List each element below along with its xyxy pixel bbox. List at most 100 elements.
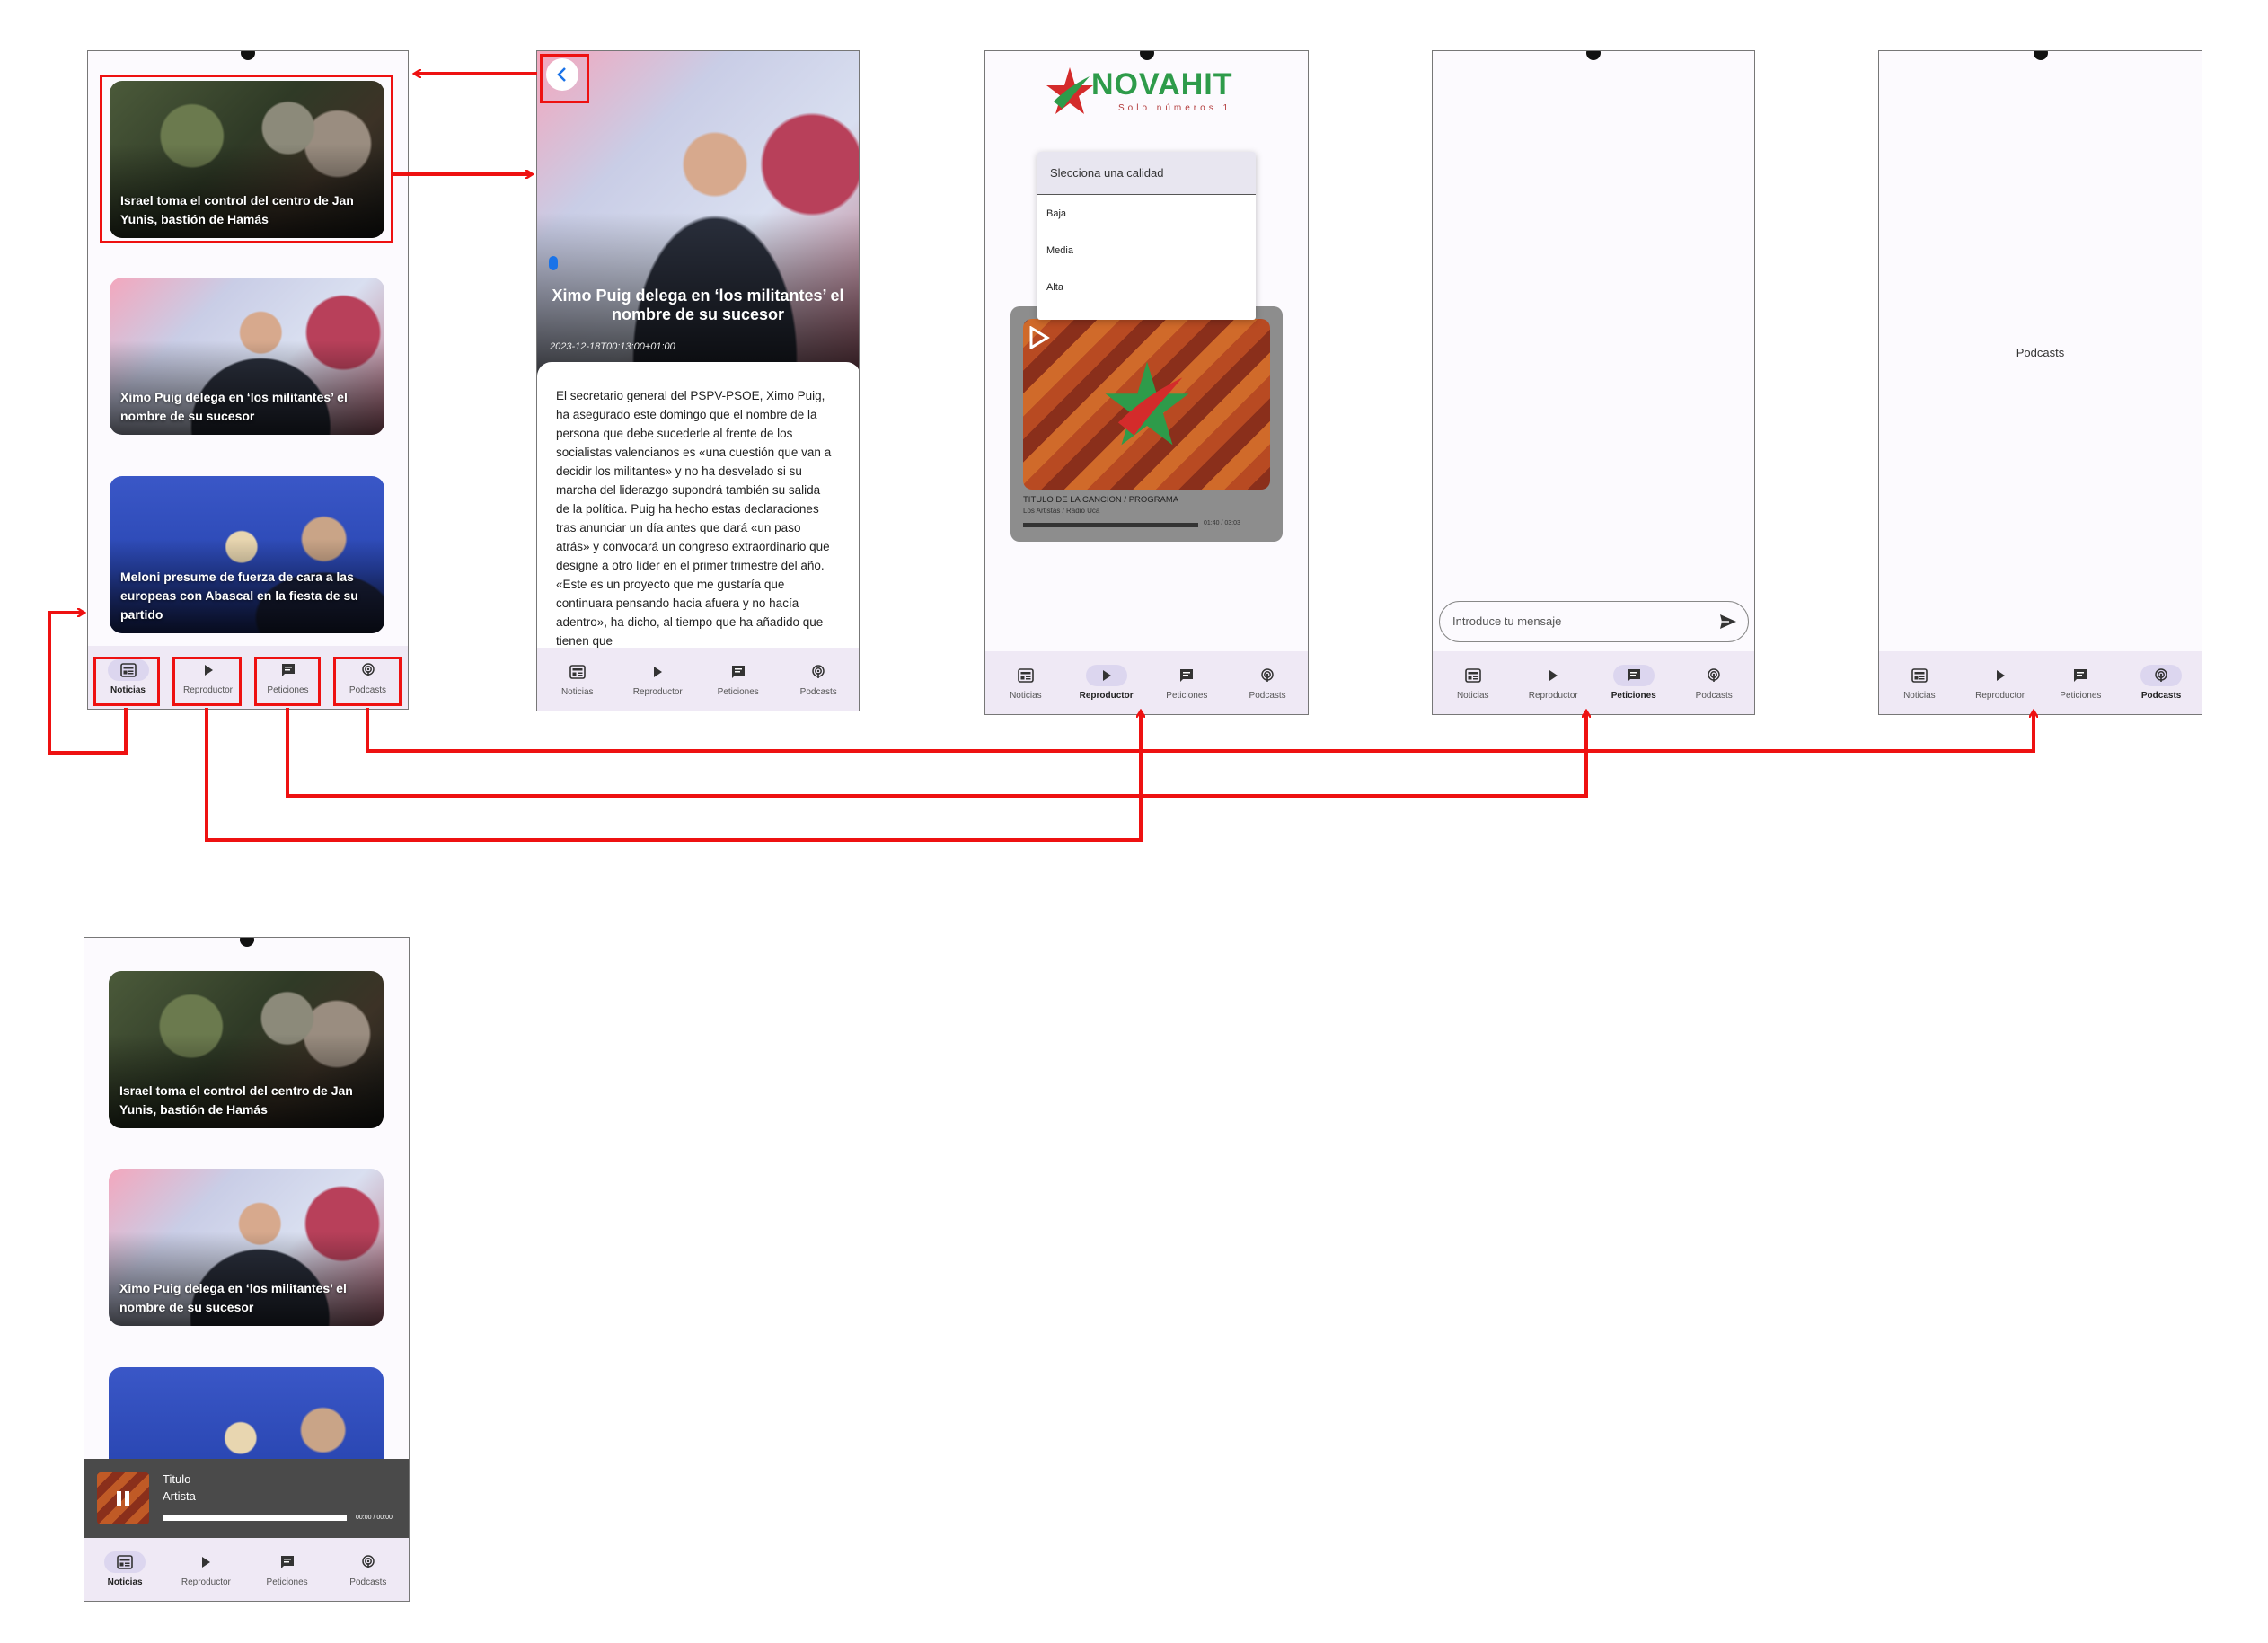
- nav-podcasts[interactable]: Podcasts: [328, 1538, 409, 1601]
- nav-peticiones[interactable]: Peticiones: [247, 1538, 328, 1601]
- nav-label: Peticiones: [717, 687, 759, 697]
- play-icon: [654, 667, 663, 677]
- nav-label: Reproductor: [632, 687, 683, 697]
- pause-icon[interactable]: [114, 1489, 132, 1507]
- camera-notch: [2033, 51, 2048, 60]
- nav-podcasts[interactable]: Podcasts: [2121, 651, 2202, 714]
- track-title: TITULO DE LA CANCION / PROGRAMA: [1023, 495, 1179, 505]
- screen-podcasts: Podcasts Noticias Reproductor Peticiones…: [1878, 50, 2202, 715]
- newspaper-icon: [1464, 668, 1481, 683]
- newspaper-icon: [1911, 668, 1928, 683]
- nav-label: Reproductor: [181, 1577, 231, 1587]
- album-art: [1023, 319, 1270, 490]
- arrow-peticiones: [286, 708, 1586, 798]
- message-icon: [731, 666, 745, 678]
- nav-peticiones[interactable]: Peticiones: [1147, 651, 1228, 714]
- article-datetime: 2023-12-18T00:13:00+01:00: [550, 341, 675, 352]
- nav-label: Peticiones: [2060, 691, 2102, 701]
- play-icon[interactable]: [1028, 326, 1050, 349]
- newspaper-icon: [1018, 668, 1034, 683]
- bottom-navigation: Noticias Reproductor Peticiones Podcasts: [84, 1538, 409, 1601]
- nav-reproductor[interactable]: Reproductor: [1066, 651, 1147, 714]
- highlight-nav-noticias: [93, 657, 160, 706]
- message-input[interactable]: Introduce tu mensaje: [1439, 601, 1749, 642]
- album-card: TITULO DE LA CANCION / PROGRAMA Los Arti…: [1010, 306, 1283, 542]
- track-subtitle: Los Artistas / Radio Uca: [1023, 507, 1100, 515]
- nav-label: Podcasts: [2140, 691, 2182, 701]
- highlight-nav-reproductor: [172, 657, 242, 706]
- nav-peticiones[interactable]: Peticiones: [698, 648, 779, 711]
- message-icon: [280, 1556, 294, 1568]
- podcasts-placeholder-text: Podcasts: [2016, 346, 2065, 359]
- nav-podcasts[interactable]: Podcasts: [1674, 651, 1755, 714]
- bottom-navigation: Noticias Reproductor Peticiones Podcasts: [537, 648, 859, 711]
- screen-article: Ximo Puig delega en ‘los militantes’ el …: [536, 50, 860, 711]
- nav-label: Podcasts: [349, 1577, 387, 1587]
- nav-label: Noticias: [1903, 691, 1936, 701]
- message-icon: [2074, 669, 2087, 682]
- nav-label: Peticiones: [266, 1577, 308, 1587]
- news-card[interactable]: Ximo Puig delega en ‘los militantes’ el …: [109, 1169, 384, 1326]
- message-icon: [1627, 669, 1640, 682]
- nav-label: Noticias: [1456, 691, 1489, 701]
- arrow-reproductor: [205, 708, 1141, 842]
- progress-bar[interactable]: [1023, 523, 1198, 527]
- news-card[interactable]: Israel toma el control del centro de Jan…: [109, 971, 384, 1128]
- bottom-navigation: Noticias Reproductor Peticiones Podcasts: [985, 651, 1308, 714]
- nav-noticias[interactable]: Noticias: [537, 648, 618, 711]
- chevron-left-icon: [557, 67, 566, 82]
- mini-player[interactable]: Titulo Artista 00:00 / 00:00: [84, 1459, 409, 1539]
- nav-podcasts[interactable]: Podcasts: [1227, 651, 1308, 714]
- quality-dropdown[interactable]: Slecciona una calidad Baja Media Alta: [1037, 152, 1256, 320]
- bottom-navigation: Noticias Reproductor Peticiones Podcasts: [1879, 651, 2202, 714]
- mini-player-time: 00:00 / 00:00: [356, 1515, 393, 1521]
- quality-option-baja[interactable]: Baja: [1037, 195, 1256, 232]
- nav-reproductor[interactable]: Reproductor: [1513, 651, 1594, 714]
- nav-label: Reproductor: [1528, 691, 1578, 701]
- nav-podcasts[interactable]: Podcasts: [779, 648, 860, 711]
- nav-label: Reproductor: [1975, 691, 2025, 701]
- highlight-news-card: [100, 75, 393, 243]
- article-title: Ximo Puig delega en ‘los militantes’ el …: [552, 287, 844, 323]
- news-card-title: Ximo Puig delega en ‘los militantes’ el …: [119, 1281, 347, 1314]
- nav-noticias[interactable]: Noticias: [84, 1538, 165, 1601]
- camera-notch: [239, 938, 254, 947]
- mini-player-progress[interactable]: [163, 1515, 347, 1521]
- screen-player: NOVAHIT Solo números 1 TITULO DE LA CANC…: [984, 50, 1309, 715]
- news-card[interactable]: Meloni presume de fuerza de cara a las e…: [110, 476, 384, 633]
- quality-option-alta[interactable]: Alta: [1037, 269, 1256, 305]
- mini-player-artist: Artista: [163, 1489, 196, 1503]
- nav-label: Peticiones: [1166, 691, 1208, 701]
- nav-peticiones[interactable]: Peticiones: [1593, 651, 1674, 714]
- send-icon[interactable]: [1719, 614, 1737, 630]
- podcast-icon: [1708, 668, 1720, 682]
- nav-label: Podcasts: [1695, 691, 1733, 701]
- highlight-nav-peticiones: [254, 657, 321, 706]
- back-button[interactable]: [546, 58, 578, 91]
- page-indicator-dot: [549, 256, 558, 270]
- highlight-nav-podcasts: [333, 657, 402, 706]
- nav-noticias[interactable]: Noticias: [985, 651, 1066, 714]
- camera-notch: [1586, 51, 1601, 60]
- news-card-title: Israel toma el control del centro de Jan…: [119, 1083, 353, 1117]
- bottom-navigation: Noticias Reproductor Peticiones Podcasts: [1433, 651, 1754, 714]
- screen-requests: Introduce tu mensaje Noticias Reproducto…: [1432, 50, 1755, 715]
- nav-reproductor[interactable]: Reproductor: [1960, 651, 2041, 714]
- nav-label: Noticias: [107, 1577, 143, 1587]
- news-card[interactable]: Ximo Puig delega en ‘los militantes’ el …: [110, 278, 384, 435]
- logo-tagline: Solo números 1: [1118, 103, 1232, 113]
- quality-option-media[interactable]: Media: [1037, 232, 1256, 269]
- nav-noticias[interactable]: Noticias: [1879, 651, 1960, 714]
- nav-label: Podcasts: [799, 687, 837, 697]
- nav-label: Noticias: [1010, 691, 1042, 701]
- nav-peticiones[interactable]: Peticiones: [2041, 651, 2122, 714]
- logo-text: NOVAHIT: [1091, 67, 1233, 102]
- nav-noticias[interactable]: Noticias: [1433, 651, 1513, 714]
- nav-label: Peticiones: [1611, 691, 1656, 701]
- podcast-icon: [362, 1555, 375, 1568]
- nav-reproductor[interactable]: Reproductor: [165, 1538, 246, 1601]
- play-icon: [1549, 670, 1558, 681]
- quality-label: Slecciona una calidad: [1037, 152, 1256, 195]
- podcast-icon: [812, 665, 825, 678]
- nav-reproductor[interactable]: Reproductor: [618, 648, 699, 711]
